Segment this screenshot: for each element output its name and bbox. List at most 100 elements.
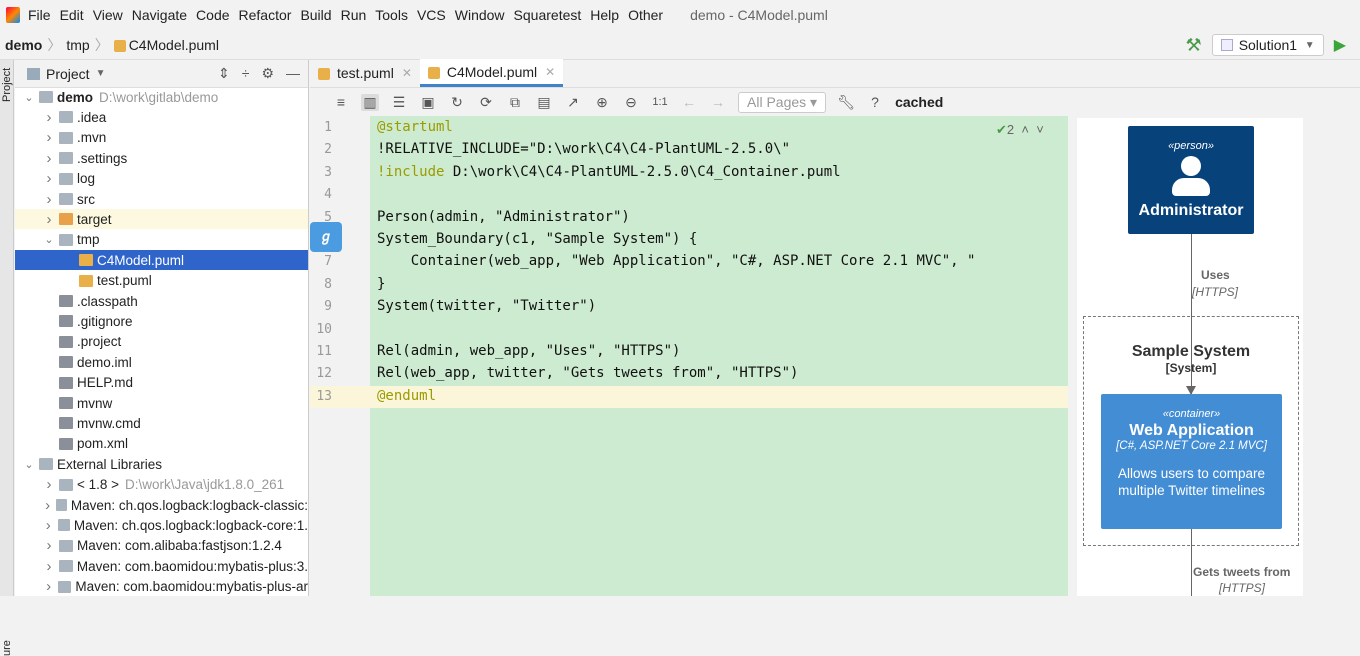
menu-view[interactable]: View: [93, 7, 123, 23]
chevron-down-icon[interactable]: ⌄: [43, 233, 55, 246]
menu-code[interactable]: Code: [196, 7, 229, 23]
breadcrumb-demo[interactable]: demo: [5, 37, 42, 53]
menu-refactor[interactable]: Refactor: [239, 7, 292, 23]
tree-item[interactable]: › .mvn: [15, 128, 308, 148]
chevron-down-icon[interactable]: ⌄: [23, 91, 35, 104]
chevron-right-icon[interactable]: ›: [43, 170, 55, 187]
menu-help[interactable]: Help: [590, 7, 619, 23]
menu-vcs[interactable]: VCS: [417, 7, 446, 23]
menu-tools[interactable]: Tools: [375, 7, 408, 23]
tree-item-label: < 1.8 >: [77, 477, 120, 493]
open-external-icon[interactable]: ↗: [564, 94, 582, 111]
chevron-right-icon[interactable]: ›: [43, 191, 55, 208]
menu-other[interactable]: Other: [628, 7, 663, 23]
copy-icon[interactable]: ⧉: [506, 94, 524, 111]
chevron-down-icon[interactable]: ⌄: [23, 458, 35, 471]
run-icon[interactable]: ▶: [1334, 35, 1346, 55]
chevron-right-icon[interactable]: ›: [43, 517, 54, 534]
minimize-icon[interactable]: —: [286, 65, 300, 82]
run-config-select[interactable]: Solution1 ▼: [1211, 34, 1324, 56]
tree-item[interactable]: HELP.md: [15, 373, 308, 393]
rel-uses-label: Uses: [1201, 268, 1230, 282]
tree-item[interactable]: .project: [15, 332, 308, 352]
chevron-down-icon[interactable]: ▼: [96, 68, 106, 79]
tree-item[interactable]: › Maven: com.baomidou:mybatis-plus-ar: [15, 577, 308, 597]
tree-item[interactable]: › Maven: ch.qos.logback:logback-core:1.: [15, 515, 308, 535]
chevron-down-icon[interactable]: ˅: [1036, 122, 1044, 137]
tree-item[interactable]: › .settings: [15, 148, 308, 168]
chevron-right-icon[interactable]: ›: [43, 476, 55, 493]
chevron-right-icon[interactable]: ›: [43, 578, 54, 595]
tree-item[interactable]: ⌄ External Libraries: [15, 454, 308, 474]
menu-squaretest[interactable]: Squaretest: [514, 7, 582, 23]
actual-size-icon[interactable]: 1:1: [651, 96, 669, 108]
chevron-right-icon[interactable]: ›: [43, 150, 55, 167]
menu-navigate[interactable]: Navigate: [132, 7, 187, 23]
project-view-select[interactable]: Project: [46, 66, 90, 82]
tab-test-puml[interactable]: test.puml ✕: [310, 59, 420, 87]
tree-item[interactable]: › < 1.8 > D:\work\Java\jdk1.8.0_261: [15, 475, 308, 495]
menu-window[interactable]: Window: [455, 7, 505, 23]
tree-item-label: pom.xml: [77, 436, 129, 452]
tree-item[interactable]: › Maven: com.alibaba:fastjson:1.2.4: [15, 536, 308, 556]
tree-item[interactable]: mvnw: [15, 393, 308, 413]
inspection-widget[interactable]: ✔2 ˄ ˅: [996, 122, 1044, 138]
chevron-right-icon[interactable]: ›: [43, 109, 55, 126]
chevron-right-icon[interactable]: ›: [43, 129, 55, 146]
breadcrumb-tmp[interactable]: tmp: [66, 37, 89, 53]
image-icon[interactable]: ▣: [419, 94, 437, 111]
tree-item[interactable]: ⌄ tmp: [15, 230, 308, 250]
tree-item[interactable]: pom.xml: [15, 434, 308, 454]
zoom-out-icon[interactable]: ⊖: [622, 94, 640, 111]
tree-item[interactable]: .gitignore: [15, 311, 308, 331]
preview-only-icon[interactable]: ☰: [390, 94, 408, 111]
chevron-right-icon[interactable]: ›: [43, 537, 55, 554]
expand-all-icon[interactable]: ⇕: [218, 65, 230, 82]
tree-item[interactable]: C4Model.puml: [15, 250, 308, 271]
tree-item[interactable]: › Maven: ch.qos.logback:logback-classic:: [15, 495, 308, 515]
breadcrumb-file[interactable]: C4Model.puml: [129, 37, 219, 53]
tree-item[interactable]: mvnw.cmd: [15, 413, 308, 433]
sync-icon[interactable]: ⟳: [477, 94, 495, 111]
breadcrumb: demo 〉 tmp 〉 C4Model.puml: [0, 30, 1360, 60]
tab-label: test.puml: [337, 65, 394, 81]
chevron-right-icon[interactable]: ›: [43, 211, 55, 228]
tree-item[interactable]: › Maven: com.baomidou:mybatis-plus:3.: [15, 556, 308, 576]
structure-stripe-button[interactable]: ure: [1, 640, 13, 656]
help-button[interactable]: ?: [866, 94, 884, 110]
tree-item[interactable]: .classpath: [15, 291, 308, 311]
split-view-icon[interactable]: ▥: [361, 93, 379, 111]
close-icon[interactable]: ✕: [545, 65, 555, 79]
collapse-all-icon[interactable]: ÷: [242, 65, 250, 82]
menu-file[interactable]: File: [28, 7, 51, 23]
tree-item[interactable]: › src: [15, 189, 308, 209]
save-icon[interactable]: ▤: [535, 94, 553, 111]
tree-item[interactable]: › log: [15, 169, 308, 189]
editor-only-icon[interactable]: ≡: [332, 94, 350, 110]
tree-item[interactable]: ⌄ demo D:\work\gitlab\demo: [15, 87, 308, 107]
chevron-right-icon[interactable]: ›: [43, 497, 52, 514]
plugin-badge-icon[interactable]: ℊ: [310, 222, 342, 252]
menu-run[interactable]: Run: [341, 7, 367, 23]
chevron-right-icon[interactable]: ›: [43, 558, 55, 575]
tree-item-label: C4Model.puml: [97, 252, 185, 268]
back-arrow-icon[interactable]: ←: [680, 94, 698, 110]
gear-icon[interactable]: ⚙: [261, 65, 274, 82]
pages-select-label: All Pages: [747, 93, 807, 110]
pages-select[interactable]: All Pages ▾: [738, 91, 827, 113]
close-icon[interactable]: ✕: [402, 66, 412, 80]
project-stripe-button[interactable]: Project: [1, 68, 13, 102]
tab-c4model-puml[interactable]: C4Model.puml ✕: [419, 59, 564, 87]
build-hammer-icon[interactable]: ⚒: [1186, 35, 1202, 56]
zoom-in-icon[interactable]: ⊕: [593, 94, 611, 111]
tree-item[interactable]: › target: [15, 209, 308, 230]
refresh-icon[interactable]: ↻: [448, 94, 466, 111]
chevron-up-icon[interactable]: ˄: [1021, 122, 1029, 137]
tree-item[interactable]: › .idea: [15, 107, 308, 127]
forward-arrow-icon[interactable]: →: [709, 94, 727, 110]
tree-item[interactable]: demo.iml: [15, 352, 308, 372]
tree-item[interactable]: test.puml: [15, 271, 308, 291]
menu-build[interactable]: Build: [300, 7, 331, 23]
menu-edit[interactable]: Edit: [60, 7, 84, 23]
wrench-icon[interactable]: 🔧︎: [837, 94, 855, 111]
